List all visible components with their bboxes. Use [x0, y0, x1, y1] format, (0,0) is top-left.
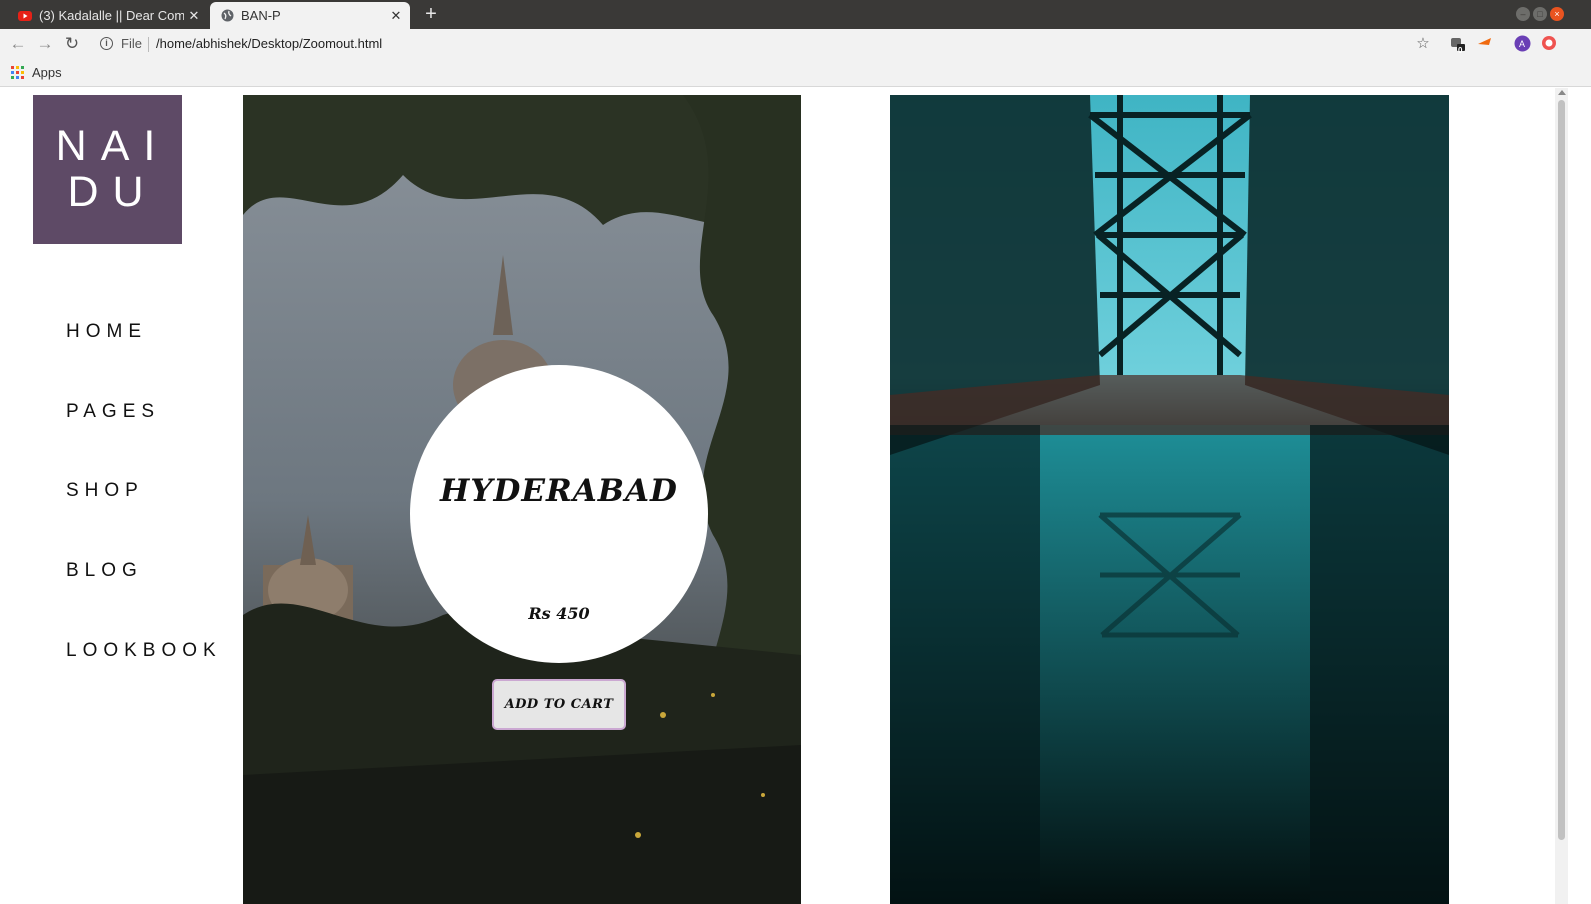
- bookmark-star-icon[interactable]: ☆: [1414, 35, 1432, 53]
- browser-tab-bar: (3) Kadalalle || Dear Comr ✕ BAN-P ✕ + –…: [0, 0, 1591, 29]
- close-icon[interactable]: ✕: [184, 8, 204, 24]
- product-title: HYDERABAD: [440, 473, 678, 509]
- apps-bookmark[interactable]: Apps: [32, 65, 62, 80]
- nav-home[interactable]: HOME: [66, 321, 147, 343]
- url-scheme-label: File: [121, 36, 142, 51]
- scroll-up-arrow-icon[interactable]: [1558, 90, 1566, 95]
- forward-arrow-icon[interactable]: →: [35, 34, 55, 54]
- logo-line-2: DU: [67, 168, 158, 216]
- add-to-cart-button[interactable]: ADD TO CART: [492, 679, 626, 730]
- minimize-icon[interactable]: –: [1516, 7, 1530, 21]
- logo-line-1: NAI: [55, 122, 170, 170]
- extension-icon[interactable]: 0: [1448, 35, 1466, 55]
- url-divider: [148, 37, 149, 52]
- scroll-thumb[interactable]: [1558, 100, 1565, 840]
- tab-title: BAN-P: [241, 8, 281, 23]
- page-viewport: NAI DU HOME PAGES SHOP BLOG LOOKBOOK HYD…: [0, 88, 1591, 904]
- globe-icon: [219, 8, 235, 24]
- nav-shop[interactable]: SHOP: [66, 480, 144, 502]
- apps-grid-icon[interactable]: [11, 66, 24, 79]
- bookmarks-bar: Apps: [0, 59, 1591, 87]
- address-bar[interactable]: /home/abhishek/Desktop/Zoomout.html: [156, 36, 382, 51]
- nav-pages[interactable]: PAGES: [66, 401, 160, 423]
- product-circle: HYDERABAD Rs 450: [410, 365, 708, 663]
- youtube-icon: [17, 8, 33, 24]
- profile-avatar[interactable]: A: [1513, 35, 1531, 53]
- extension-badge: 0: [1458, 46, 1463, 55]
- tab-youtube[interactable]: (3) Kadalalle || Dear Comr ✕: [8, 2, 208, 29]
- nav-lookbook[interactable]: LOOKBOOK: [66, 640, 222, 662]
- new-tab-button[interactable]: +: [420, 3, 442, 25]
- profile-initial: A: [1518, 39, 1525, 49]
- back-arrow-icon[interactable]: ←: [8, 34, 28, 54]
- extension-orange-icon[interactable]: [1476, 35, 1494, 53]
- info-icon[interactable]: i: [100, 37, 113, 50]
- brand-logo[interactable]: NAI DU: [33, 95, 182, 244]
- tab-title: (3) Kadalalle || Dear Comr: [39, 8, 184, 23]
- extension-red-icon[interactable]: [1540, 35, 1558, 53]
- product-price: Rs 450: [528, 604, 590, 623]
- close-icon[interactable]: ✕: [386, 8, 406, 24]
- reload-icon[interactable]: ↻: [62, 34, 82, 54]
- maximize-icon[interactable]: □: [1533, 7, 1547, 21]
- page-scrollbar[interactable]: [1555, 88, 1568, 904]
- teal-bridge-reflection-photo: [890, 95, 1449, 904]
- nav-blog[interactable]: BLOG: [66, 560, 143, 582]
- window-close-icon[interactable]: ×: [1550, 7, 1564, 21]
- browser-toolbar: ← → ↻ i File /home/abhishek/Desktop/Zoom…: [0, 29, 1591, 59]
- tab-ban-p[interactable]: BAN-P ✕: [210, 2, 410, 29]
